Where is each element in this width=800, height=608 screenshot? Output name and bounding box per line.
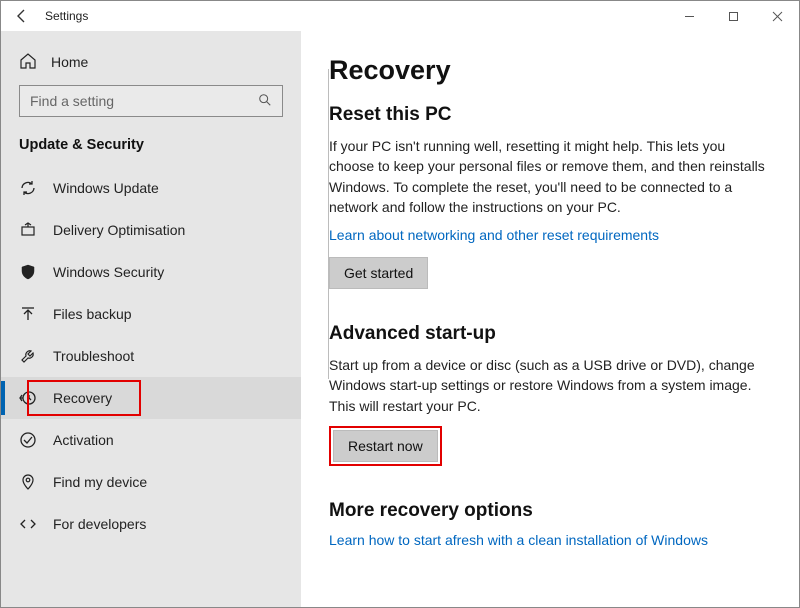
home-label: Home: [51, 54, 88, 70]
window-title: Settings: [45, 9, 88, 23]
maximize-button[interactable]: [711, 1, 755, 31]
sidebar: Home Find a setting Update & Security Wi…: [1, 31, 301, 607]
titlebar: Settings: [1, 1, 799, 31]
sidebar-item-delivery[interactable]: Delivery Optimisation: [1, 209, 301, 251]
get-started-button[interactable]: Get started: [329, 257, 428, 289]
sidebar-item-label: Windows Update: [53, 180, 159, 196]
sidebar-item-label: Find my device: [53, 474, 147, 490]
shield-icon: [19, 263, 37, 281]
search-icon: [258, 93, 272, 110]
scroll-indicator[interactable]: [328, 69, 329, 379]
page-title: Recovery: [329, 55, 771, 86]
sidebar-item-activation[interactable]: Activation: [1, 419, 301, 461]
backup-icon: [19, 305, 37, 323]
sidebar-item-windows-update[interactable]: Windows Update: [1, 167, 301, 209]
sidebar-item-label: Activation: [53, 432, 114, 448]
settings-window: Settings Home Find a settin: [0, 0, 800, 608]
restart-now-button[interactable]: Restart now: [333, 430, 438, 462]
back-button[interactable]: [13, 7, 31, 25]
highlight-box-restart: Restart now: [329, 426, 442, 466]
close-button[interactable]: [755, 1, 799, 31]
window-controls: [667, 1, 799, 31]
sidebar-item-troubleshoot[interactable]: Troubleshoot: [1, 335, 301, 377]
sidebar-item-backup[interactable]: Files backup: [1, 293, 301, 335]
reset-learn-link[interactable]: Learn about networking and other reset r…: [329, 227, 771, 243]
home-icon: [19, 52, 37, 73]
sidebar-item-find-device[interactable]: Find my device: [1, 461, 301, 503]
sidebar-item-developers[interactable]: For developers: [1, 503, 301, 545]
reset-heading: Reset this PC: [329, 104, 771, 126]
main-content: Recovery Reset this PC If your PC isn't …: [301, 31, 799, 607]
more-heading: More recovery options: [329, 500, 771, 522]
sync-icon: [19, 179, 37, 197]
sidebar-item-label: Recovery: [53, 390, 112, 406]
search-placeholder: Find a setting: [30, 93, 114, 109]
troubleshoot-icon: [19, 347, 37, 365]
delivery-icon: [19, 221, 37, 239]
sidebar-item-label: Troubleshoot: [53, 348, 134, 364]
minimize-button[interactable]: [667, 1, 711, 31]
sidebar-nav: Windows Update Delivery Optimisation Win…: [1, 167, 301, 545]
sidebar-item-label: Delivery Optimisation: [53, 222, 185, 238]
advanced-body: Start up from a device or disc (such as …: [329, 355, 771, 416]
sidebar-home[interactable]: Home: [1, 43, 301, 81]
find-device-icon: [19, 473, 37, 491]
sidebar-section-header: Update & Security: [1, 127, 301, 167]
developers-icon: [19, 515, 37, 533]
reset-body: If your PC isn't running well, resetting…: [329, 136, 771, 217]
more-learn-link[interactable]: Learn how to start afresh with a clean i…: [329, 532, 771, 548]
sidebar-item-security[interactable]: Windows Security: [1, 251, 301, 293]
recovery-icon: [19, 389, 37, 407]
sidebar-item-label: Windows Security: [53, 264, 164, 280]
advanced-heading: Advanced start-up: [329, 323, 771, 345]
activation-icon: [19, 431, 37, 449]
sidebar-item-recovery[interactable]: Recovery: [1, 377, 301, 419]
search-input[interactable]: Find a setting: [19, 85, 283, 117]
sidebar-item-label: Files backup: [53, 306, 132, 322]
sidebar-item-label: For developers: [53, 516, 146, 532]
